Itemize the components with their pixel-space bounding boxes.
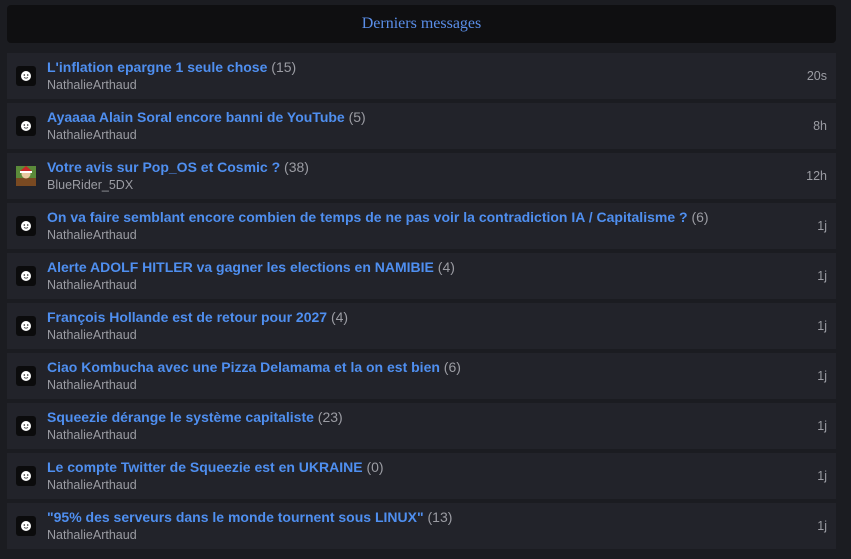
thread-author[interactable]: BlueRider_5DX <box>47 176 309 194</box>
thread-row[interactable]: On va faire semblant encore combien de t… <box>7 203 836 249</box>
thread-author[interactable]: NathalieArthaud <box>47 276 455 294</box>
thread-reply-count: (6) <box>691 209 709 225</box>
thread-title-line: Alerte ADOLF HITLER va gagner les electi… <box>47 258 455 276</box>
thread-text: Alerte ADOLF HITLER va gagner les electi… <box>47 258 455 294</box>
smiley-avatar-icon <box>16 366 36 386</box>
thread-row[interactable]: Votre avis sur Pop_OS et Cosmic ? (38) B… <box>7 153 836 199</box>
thread-title-line: L'inflation epargne 1 seule chose (15) <box>47 58 296 76</box>
smiley-avatar-icon <box>16 516 36 536</box>
thread-row[interactable]: Ciao Kombucha avec une Pizza Delamama et… <box>7 353 836 399</box>
thread-title-link[interactable]: Squeezie dérange le système capitaliste <box>47 409 314 425</box>
thread-title-link[interactable]: Le compte Twitter de Squeezie est en UKR… <box>47 459 363 475</box>
thread-time: 1j <box>817 419 827 433</box>
thread-title-link[interactable]: François Hollande est de retour pour 202… <box>47 309 327 325</box>
thread-title-line: On va faire semblant encore combien de t… <box>47 208 709 226</box>
thread-text: Squeezie dérange le système capitaliste … <box>47 408 343 444</box>
panel-title: Derniers messages <box>361 15 482 32</box>
user-picture-avatar-icon <box>16 166 36 186</box>
thread-author[interactable]: NathalieArthaud <box>47 476 384 494</box>
thread-row[interactable]: L'inflation epargne 1 seule chose (15) N… <box>7 53 836 99</box>
thread-author[interactable]: NathalieArthaud <box>47 426 343 444</box>
thread-time: 8h <box>813 119 827 133</box>
thread-title-line: Votre avis sur Pop_OS et Cosmic ? (38) <box>47 158 309 176</box>
smiley-avatar-icon <box>16 416 36 436</box>
thread-title-link[interactable]: L'inflation epargne 1 seule chose <box>47 59 267 75</box>
thread-time: 1j <box>817 469 827 483</box>
thread-time: 20s <box>806 69 827 83</box>
thread-title-link[interactable]: Ayaaaa Alain Soral encore banni de YouTu… <box>47 109 345 125</box>
thread-title-link[interactable]: "95% des serveurs dans le monde tournent… <box>47 509 424 525</box>
thread-author[interactable]: NathalieArthaud <box>47 326 348 344</box>
smiley-avatar-icon <box>16 216 36 236</box>
thread-title-line: François Hollande est de retour pour 202… <box>47 308 348 326</box>
smiley-avatar-icon <box>16 66 36 86</box>
thread-title-link[interactable]: Ciao Kombucha avec une Pizza Delamama et… <box>47 359 440 375</box>
thread-row[interactable]: Alerte ADOLF HITLER va gagner les electi… <box>7 253 836 299</box>
thread-text: On va faire semblant encore combien de t… <box>47 208 709 244</box>
thread-row[interactable]: Le compte Twitter de Squeezie est en UKR… <box>7 453 836 499</box>
thread-text: Le compte Twitter de Squeezie est en UKR… <box>47 458 384 494</box>
thread-reply-count: (4) <box>437 259 455 275</box>
thread-reply-count: (38) <box>284 159 309 175</box>
thread-time: 1j <box>817 369 827 383</box>
thread-row[interactable]: Ayaaaa Alain Soral encore banni de YouTu… <box>7 103 836 149</box>
thread-time: 12h <box>806 169 827 183</box>
thread-reply-count: (6) <box>443 359 461 375</box>
thread-time: 1j <box>817 219 827 233</box>
thread-author[interactable]: NathalieArthaud <box>47 376 461 394</box>
thread-author[interactable]: NathalieArthaud <box>47 126 366 144</box>
thread-title-line: Ayaaaa Alain Soral encore banni de YouTu… <box>47 108 366 126</box>
thread-text: Votre avis sur Pop_OS et Cosmic ? (38) B… <box>47 158 309 194</box>
smiley-avatar-icon <box>16 466 36 486</box>
thread-list: L'inflation epargne 1 seule chose (15) N… <box>7 53 836 549</box>
thread-text: Ayaaaa Alain Soral encore banni de YouTu… <box>47 108 366 144</box>
thread-row[interactable]: "95% des serveurs dans le monde tournent… <box>7 503 836 549</box>
thread-title-line: "95% des serveurs dans le monde tournent… <box>47 508 452 526</box>
thread-time: 1j <box>817 269 827 283</box>
smiley-avatar-icon <box>16 266 36 286</box>
thread-text: "95% des serveurs dans le monde tournent… <box>47 508 452 544</box>
thread-reply-count: (0) <box>366 459 384 475</box>
thread-title-line: Ciao Kombucha avec une Pizza Delamama et… <box>47 358 461 376</box>
thread-title-line: Squeezie dérange le système capitaliste … <box>47 408 343 426</box>
thread-reply-count: (23) <box>317 409 343 425</box>
smiley-avatar-icon <box>16 116 36 136</box>
thread-row[interactable]: François Hollande est de retour pour 202… <box>7 303 836 349</box>
panel-header: Derniers messages <box>7 5 836 43</box>
smiley-avatar-icon <box>16 316 36 336</box>
thread-author[interactable]: NathalieArthaud <box>47 226 709 244</box>
thread-author[interactable]: NathalieArthaud <box>47 76 296 94</box>
thread-title-link[interactable]: On va faire semblant encore combien de t… <box>47 209 688 225</box>
thread-reply-count: (15) <box>271 59 297 75</box>
thread-time: 1j <box>817 519 827 533</box>
thread-author[interactable]: NathalieArthaud <box>47 526 452 544</box>
thread-text: L'inflation epargne 1 seule chose (15) N… <box>47 58 296 94</box>
thread-reply-count: (4) <box>330 309 349 325</box>
thread-title-line: Le compte Twitter de Squeezie est en UKR… <box>47 458 384 476</box>
thread-time: 1j <box>817 319 827 333</box>
thread-title-link[interactable]: Votre avis sur Pop_OS et Cosmic ? <box>47 159 280 175</box>
thread-row[interactable]: Squeezie dérange le système capitaliste … <box>7 403 836 449</box>
thread-text: Ciao Kombucha avec une Pizza Delamama et… <box>47 358 461 394</box>
thread-text: François Hollande est de retour pour 202… <box>47 308 348 344</box>
latest-messages-panel: Derniers messages L'inflation epargne 1 … <box>7 5 836 553</box>
thread-reply-count: (13) <box>427 509 453 525</box>
thread-title-link[interactable]: Alerte ADOLF HITLER va gagner les electi… <box>47 259 434 275</box>
thread-reply-count: (5) <box>348 109 366 125</box>
